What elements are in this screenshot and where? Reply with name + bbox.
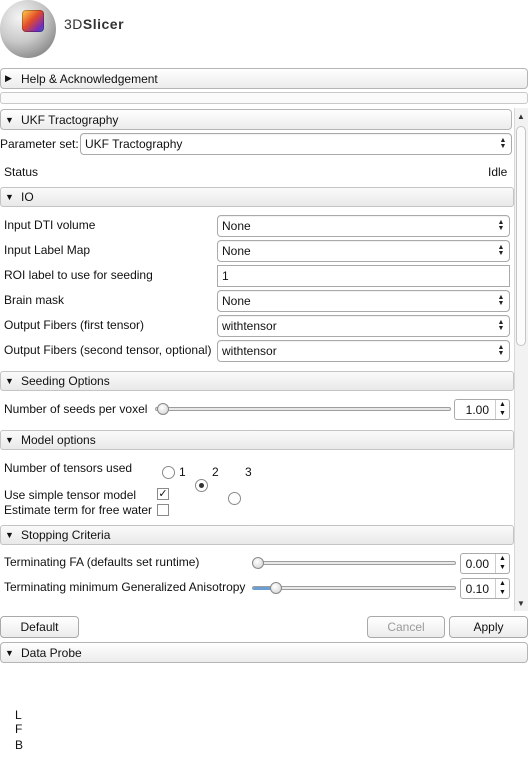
scroll-down-icon[interactable]: ▼: [514, 597, 528, 611]
help-acknowledgement-header[interactable]: ▶ Help & Acknowledgement: [0, 68, 528, 89]
collapse-triangle-icon: ▼: [5, 376, 14, 386]
terminating-fa-value: 0.00: [465, 556, 489, 571]
input-dti-combo[interactable]: None ▲ ▼: [217, 215, 510, 237]
cancel-button[interactable]: Cancel: [367, 616, 445, 638]
combo-arrows-icon: ▲ ▼: [497, 344, 505, 357]
terminating-fa-slider-handle[interactable]: [252, 557, 264, 569]
cancel-button-label: Cancel: [387, 620, 425, 634]
brain-mask-label: Brain mask: [4, 293, 65, 307]
app-name: 3DSlicer: [64, 16, 125, 32]
orientation-b: B: [15, 738, 24, 752]
output-fibers-first-value: withtensor: [222, 319, 277, 333]
terminating-ga-label: Terminating minimum Generalized Anisotro…: [4, 580, 246, 594]
free-water-checkbox[interactable]: [157, 504, 169, 516]
roi-label-label: ROI label to use for seeding: [4, 268, 153, 282]
seeds-per-voxel-spinbox[interactable]: 1.00 ▲ ▼: [454, 399, 510, 420]
collapse-triangle-icon: ▼: [5, 114, 14, 125]
status-label: Status: [4, 165, 39, 179]
combo-arrows-icon: ▲ ▼: [497, 319, 505, 332]
combo-arrows-icon: ▲ ▼: [497, 294, 505, 307]
brain-mask-combo[interactable]: None ▲ ▼: [217, 290, 510, 312]
tensor-radio-2-label: 2: [212, 465, 219, 479]
combo-arrows-icon: ▲ ▼: [497, 244, 505, 257]
input-dti-value: None: [222, 219, 251, 233]
scrollbar-thumb[interactable]: [516, 126, 526, 346]
roi-label-value: 1: [222, 269, 229, 283]
terminating-ga-slider-track[interactable]: [252, 586, 456, 590]
seeds-per-voxel-value: 1.00: [465, 402, 489, 417]
output-fibers-second-label: Output Fibers (second tensor, optional): [4, 343, 212, 357]
terminating-ga-slider-handle[interactable]: [270, 582, 282, 594]
io-section-label: IO: [21, 190, 34, 204]
output-fibers-second-value: withtensor: [222, 344, 277, 358]
simple-tensor-label: Use simple tensor model: [4, 488, 137, 502]
data-probe-header[interactable]: ▼ Data Probe: [0, 642, 528, 663]
terminating-fa-spinbox[interactable]: 0.00 ▲ ▼: [460, 553, 510, 574]
terminating-fa-label: Terminating FA (defaults set runtime): [4, 555, 200, 569]
default-button[interactable]: Default: [0, 616, 79, 638]
data-probe-label: Data Probe: [21, 645, 82, 660]
simple-tensor-checkbox[interactable]: ✓: [157, 488, 169, 500]
input-label-map-combo[interactable]: None ▲ ▼: [217, 240, 510, 262]
collapse-triangle-icon: ▼: [5, 647, 14, 658]
roi-label-input[interactable]: 1: [217, 265, 510, 287]
input-label-map-label: Input Label Map: [4, 243, 91, 257]
tensor-radio-3[interactable]: [228, 492, 241, 505]
output-fibers-first-combo[interactable]: withtensor ▲ ▼: [217, 315, 510, 337]
parameter-set-label: Parameter set:: [0, 137, 79, 151]
module-header-label: UKF Tractography: [21, 112, 119, 127]
seeds-per-voxel-label: Number of seeds per voxel: [4, 402, 148, 416]
output-fibers-first-label: Output Fibers (first tensor): [4, 318, 145, 332]
spin-arrows-icon[interactable]: ▲ ▼: [495, 579, 509, 598]
collapse-triangle-icon: ▼: [5, 530, 14, 540]
tensor-radio-1[interactable]: [162, 466, 175, 479]
model-options-header[interactable]: ▼ Model options: [0, 430, 514, 450]
scroll-up-icon[interactable]: ▲: [514, 110, 528, 124]
seeding-options-header[interactable]: ▼ Seeding Options: [0, 371, 514, 391]
tensor-radio-3-label: 3: [245, 465, 252, 479]
orientation-l: L: [15, 708, 22, 722]
combo-arrows-icon: ▲ ▼: [497, 219, 505, 232]
module-header[interactable]: ▼ UKF Tractography: [0, 109, 512, 130]
stopping-criteria-header[interactable]: ▼ Stopping Criteria: [0, 525, 514, 545]
free-water-label: Estimate term for free water: [4, 503, 153, 517]
parameter-set-combo[interactable]: UKF Tractography ▲ ▼: [80, 133, 512, 155]
input-dti-label: Input DTI volume: [4, 218, 96, 232]
help-acknowledgement-label: Help & Acknowledgement: [21, 71, 158, 86]
seeds-per-voxel-slider-track[interactable]: [155, 407, 451, 411]
brain-mask-value: None: [222, 294, 251, 308]
parameter-set-value: UKF Tractography: [85, 137, 183, 151]
collapse-triangle-icon: ▼: [5, 435, 14, 445]
spin-arrows-icon[interactable]: ▲ ▼: [495, 554, 509, 573]
apply-button[interactable]: Apply: [449, 616, 528, 638]
input-label-map-value: None: [222, 244, 251, 258]
model-options-label: Model options: [21, 433, 96, 447]
expand-triangle-icon: ▶: [5, 73, 12, 83]
tensor-radio-2[interactable]: [195, 479, 208, 492]
slicer-logo-cube-icon: [22, 10, 44, 32]
terminating-ga-spinbox[interactable]: 0.10 ▲ ▼: [460, 578, 510, 599]
help-collapsed-area: [0, 92, 528, 104]
status-value: Idle: [488, 165, 508, 179]
default-button-label: Default: [20, 620, 59, 634]
seeding-options-label: Seeding Options: [21, 374, 110, 388]
tensors-used-label: Number of tensors used: [4, 461, 133, 475]
io-section-header[interactable]: ▼ IO: [0, 187, 514, 207]
output-fibers-second-combo[interactable]: withtensor ▲ ▼: [217, 340, 510, 362]
apply-button-label: Apply: [473, 620, 504, 634]
tensor-radio-1-label: 1: [179, 465, 186, 479]
seeds-per-voxel-slider-handle[interactable]: [157, 403, 169, 415]
terminating-fa-slider-track[interactable]: [252, 561, 456, 565]
terminating-ga-value: 0.10: [465, 581, 489, 596]
spin-arrows-icon[interactable]: ▲ ▼: [495, 400, 509, 419]
combo-arrows-icon: ▲ ▼: [499, 137, 507, 150]
orientation-f: F: [15, 722, 23, 736]
checkmark-icon: ✓: [158, 488, 168, 500]
stopping-criteria-label: Stopping Criteria: [21, 528, 111, 542]
collapse-triangle-icon: ▼: [5, 192, 14, 202]
